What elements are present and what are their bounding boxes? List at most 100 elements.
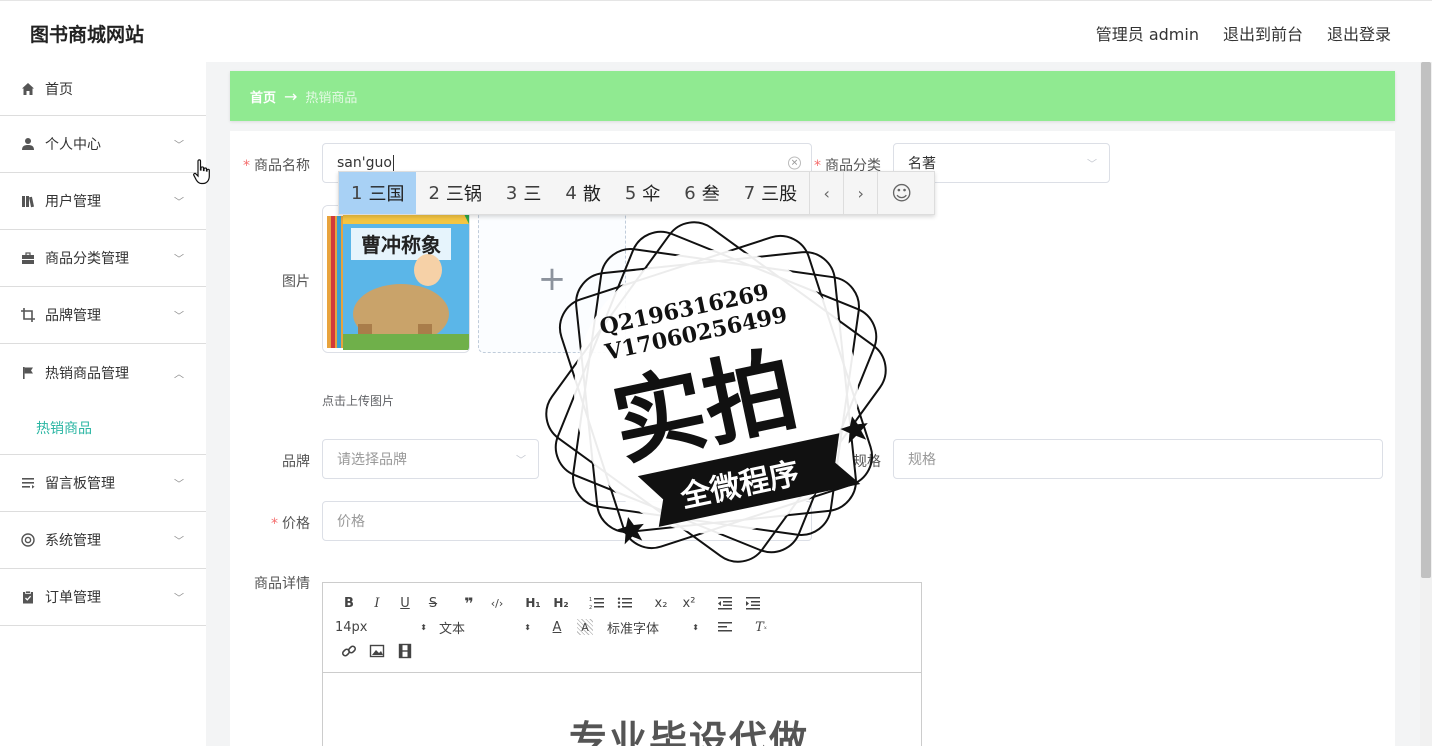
background-color-icon[interactable]: A (577, 619, 593, 635)
code-block-icon[interactable]: ‹/› (483, 591, 511, 615)
ime-next-page-icon[interactable]: › (843, 172, 877, 214)
ime-candidate-window: 1 三国 2 三锅 3三 4散 5伞 6叁 7 三股 ‹ › ☺ (338, 171, 935, 215)
exit-to-front-link[interactable]: 退出到前台 (1223, 21, 1303, 45)
sidebar-item-label: 个人中心 (45, 137, 101, 153)
chevron-down-icon: ﹀ (174, 479, 184, 491)
chevron-down-icon: ﹀ (174, 140, 184, 152)
spec-input[interactable]: 规格 (893, 439, 1383, 479)
flag-icon (20, 365, 36, 381)
image-icon[interactable] (363, 639, 391, 663)
ordered-list-icon[interactable]: 12 (583, 591, 611, 615)
strikethrough-icon[interactable]: S (419, 591, 447, 615)
font-color-icon[interactable]: A (543, 615, 571, 639)
sidebar-item-label: 首页 (45, 81, 73, 98)
chevron-down-icon: ﹀ (174, 593, 184, 605)
image-label: 图片 (282, 274, 310, 290)
sidebar-subitem-hot-products[interactable]: 热销商品 (0, 401, 206, 455)
chevron-down-icon: ﹀ (516, 455, 526, 467)
sidebar-item-user-management[interactable]: 用户管理 ﹀ (0, 173, 206, 230)
page-scrollbar-thumb[interactable] (1421, 62, 1431, 578)
breadcrumb-home-link[interactable]: 首页 (250, 87, 276, 106)
outdent-icon[interactable] (711, 591, 739, 615)
header2-icon[interactable]: H₂ (547, 591, 575, 615)
logout-link[interactable]: 退出登录 (1327, 21, 1391, 45)
chevron-up-icon: ︿ (174, 369, 184, 380)
sidebar-item-label: 订单管理 (45, 590, 101, 606)
ime-candidate[interactable]: 7 三股 (732, 172, 809, 214)
text-caret (392, 155, 394, 171)
underline-icon[interactable]: U (391, 591, 419, 615)
header-actions: 管理员 admin 退出到前台 退出登录 (1096, 21, 1391, 45)
ime-emoji-icon[interactable]: ☺ (877, 172, 925, 214)
breadcrumb: 首页 → 热销商品 (230, 71, 1395, 121)
bold-icon[interactable]: B (335, 591, 363, 615)
crop-icon (20, 307, 36, 323)
price-label: * 价格 (271, 516, 310, 532)
breadcrumb-current: 热销商品 (305, 90, 358, 106)
top-header: 图书商城网站 管理员 admin 退出到前台 退出登录 (0, 0, 1432, 62)
subscript-icon[interactable]: x₂ (647, 591, 675, 615)
ime-candidate[interactable]: 6叁 (672, 172, 731, 214)
price-input[interactable]: 价格 (322, 501, 812, 541)
clear-icon[interactable]: ✕ (788, 156, 801, 170)
sidebar-item-personal-center[interactable]: 个人中心 ﹀ (0, 116, 206, 173)
sidebar-item-label: 热销商品管理 (45, 365, 129, 382)
sidebar-item-system-management[interactable]: 系统管理 ﹀ (0, 512, 206, 569)
chevron-down-icon: ﹀ (174, 311, 184, 323)
detail-label: 商品详情 (254, 576, 310, 592)
user-icon (20, 136, 36, 152)
site-title: 图书商城网站 (30, 24, 145, 46)
ime-candidate[interactable]: 2 三锅 (416, 172, 493, 214)
sidebar-item-label: 系统管理 (45, 533, 101, 549)
list-icon (20, 475, 36, 491)
sidebar-item-brand-management[interactable]: 品牌管理 ﹀ (0, 287, 206, 344)
chevron-down-icon: ﹀ (1087, 159, 1097, 171)
brand-select[interactable]: 请选择品牌 ﹀ (322, 439, 539, 479)
ime-prev-page-icon[interactable]: ‹ (809, 172, 843, 214)
font-family-select[interactable]: 标准字体 ⬍ (607, 615, 703, 639)
blockquote-icon[interactable]: ❞ (455, 591, 483, 615)
indent-icon[interactable] (739, 591, 767, 615)
ime-candidate[interactable]: 3三 (494, 172, 553, 214)
image-upload-button[interactable]: + (478, 205, 626, 353)
bullet-list-icon[interactable] (611, 591, 639, 615)
font-size-select[interactable]: 14px ⬍ (335, 615, 431, 639)
editor-toolbar: B I U S ❞ ‹/› H₁ H₂ 12 x₂ x² 14px ⬍ 文本 ⬍… (323, 583, 921, 673)
brand-label: 品牌 (282, 454, 310, 470)
sidebar-item-order-management[interactable]: 订单管理 ﹀ (0, 569, 206, 626)
ime-candidate[interactable]: 4散 (553, 172, 612, 214)
italic-icon[interactable]: I (363, 591, 391, 615)
ime-candidate[interactable]: 5伞 (613, 172, 672, 214)
admin-user-label: 管理员 admin (1095, 25, 1199, 44)
clipboard-icon (20, 589, 36, 605)
video-icon[interactable] (391, 639, 419, 663)
sidebar-item-hot-products-management[interactable]: 热销商品管理 ︿ (0, 344, 206, 401)
brand-placeholder: 请选择品牌 (337, 452, 407, 468)
svg-text:2: 2 (589, 605, 592, 610)
required-mark: * (243, 158, 250, 174)
sidebar-item-home[interactable]: 首页 (0, 62, 206, 116)
uploaded-book-image[interactable]: 曹冲称象 (322, 205, 470, 353)
sidebar-item-label: 商品分类管理 (45, 251, 129, 267)
hand-cursor-icon (193, 159, 210, 185)
sidebar-item-label: 品牌管理 (45, 308, 101, 324)
clear-format-icon[interactable]: Tₓ (747, 615, 775, 639)
ime-candidate[interactable]: 1 三国 (339, 172, 417, 214)
sidebar-item-category-management[interactable]: 商品分类管理 ﹀ (0, 230, 206, 287)
upload-tip: 点击上传图片 (322, 394, 395, 408)
link-icon[interactable] (335, 639, 363, 663)
category-value: 名著 (908, 156, 936, 172)
sidebar-item-message-board[interactable]: 留言板管理 ﹀ (0, 455, 206, 512)
editor-content[interactable]: 专业毕设代做 (323, 673, 921, 746)
align-icon[interactable] (711, 615, 739, 639)
book-cover-title: 曹冲称象 (361, 233, 441, 257)
superscript-icon[interactable]: x² (675, 591, 703, 615)
product-name-value: san'guo (337, 155, 392, 171)
editor-content-text: 专业毕设代做 (569, 718, 810, 746)
block-format-select[interactable]: 文本 ⬍ (439, 615, 535, 639)
spec-placeholder: 规格 (908, 452, 936, 468)
chevron-down-icon: ﹀ (174, 254, 184, 266)
header1-icon[interactable]: H₁ (519, 591, 547, 615)
svg-text:1: 1 (589, 597, 592, 603)
rich-text-editor: B I U S ❞ ‹/› H₁ H₂ 12 x₂ x² 14px ⬍ 文本 ⬍… (322, 582, 922, 746)
